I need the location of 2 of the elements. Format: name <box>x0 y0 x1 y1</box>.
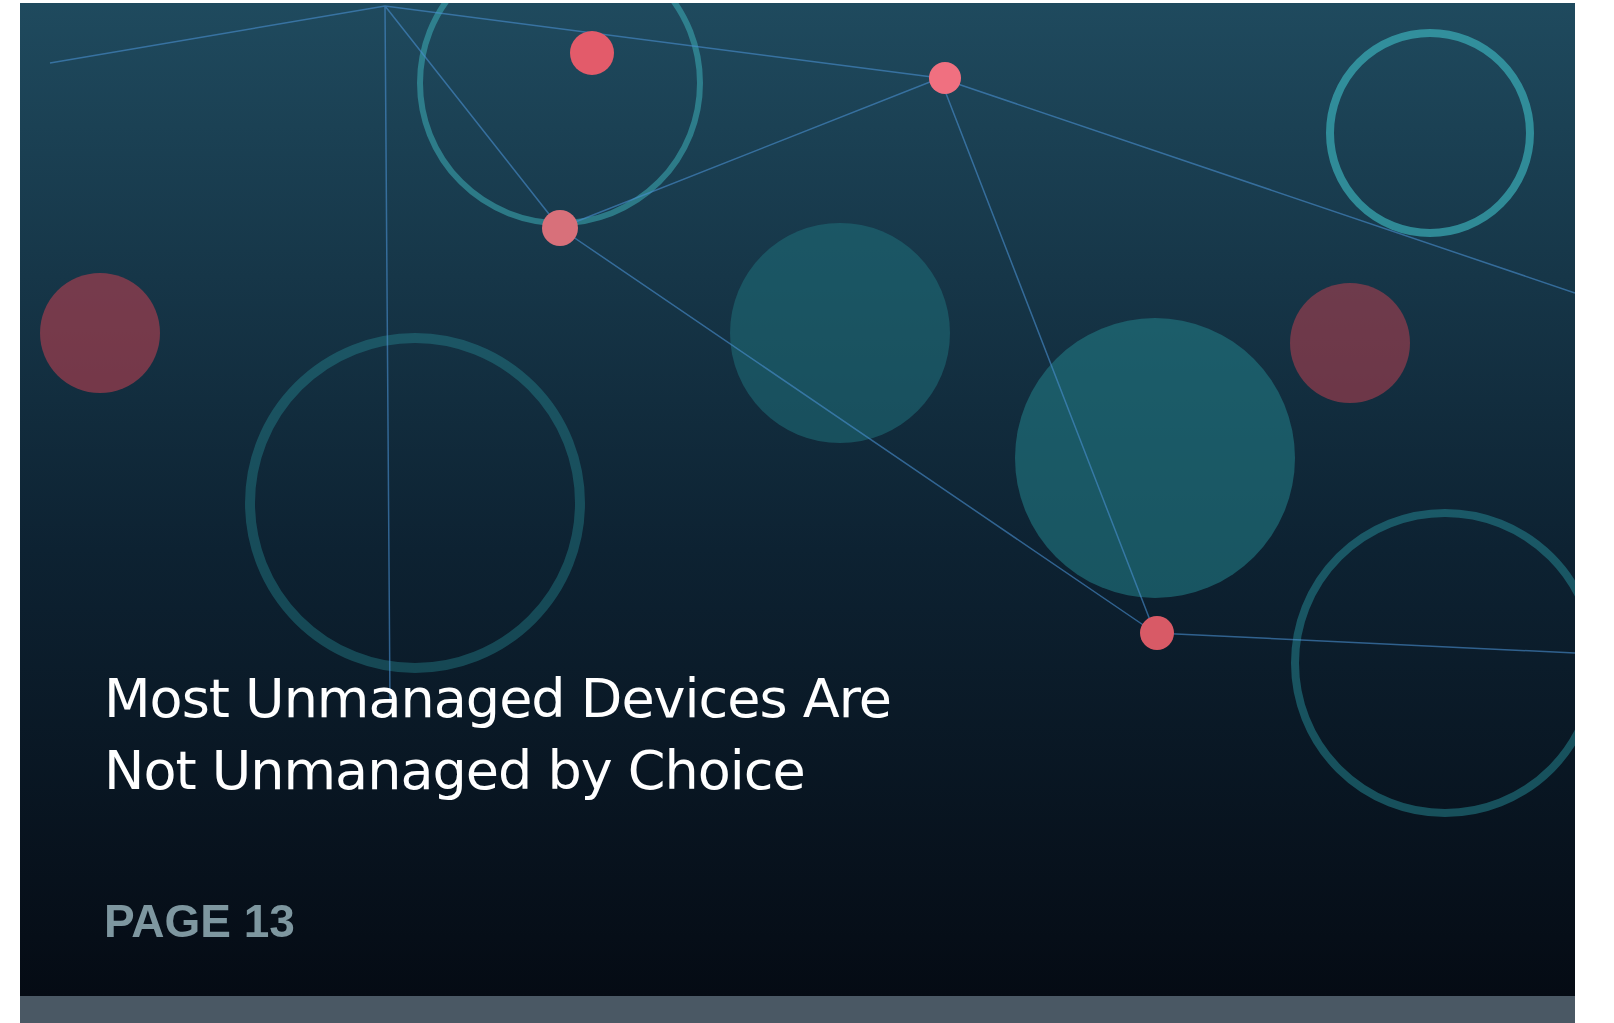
page-title: Most Unmanaged Devices Are Not Unmanaged by Choice <box>104 666 892 804</box>
page-number: PAGE 13 <box>104 894 296 949</box>
